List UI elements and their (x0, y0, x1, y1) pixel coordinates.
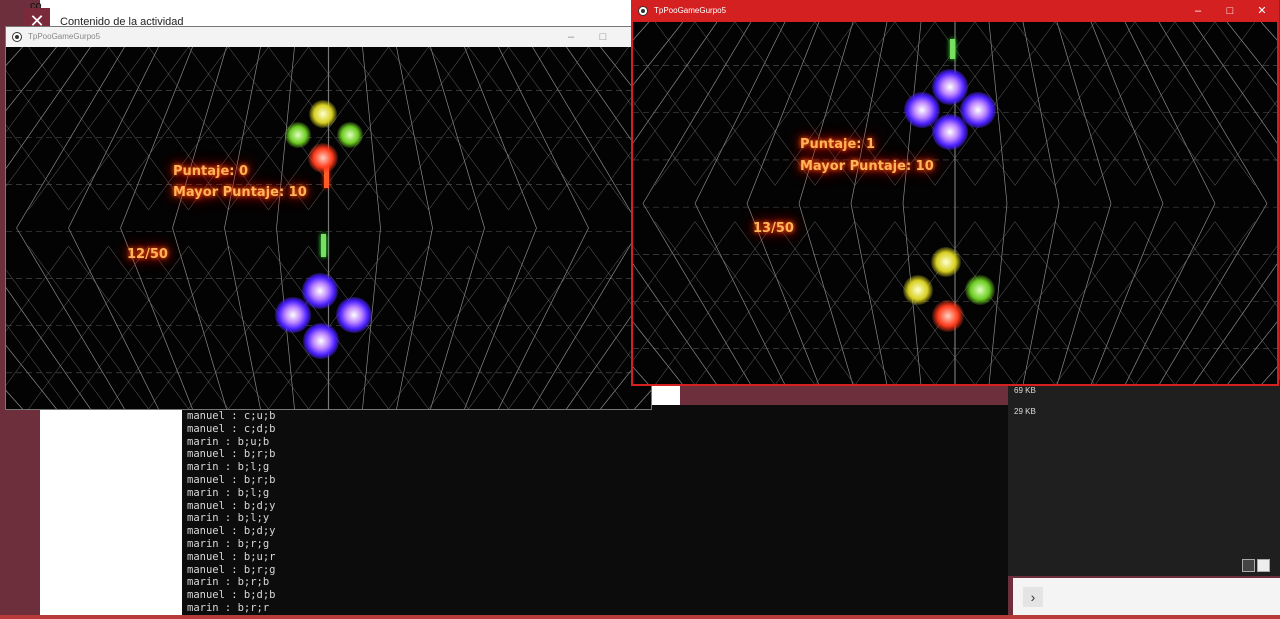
console-line: manuel : b;r;b (187, 473, 276, 486)
console-line: manuel : b;r;b (187, 448, 276, 461)
score-label: Puntaje: 0 (173, 164, 249, 179)
file-size: 69 KB (1014, 386, 1036, 395)
console-line: marin : b;l;g (187, 461, 270, 474)
console-line: marin : b;r;g (187, 537, 270, 550)
taskbar-accent (0, 615, 1280, 619)
game-viewport[interactable]: Puntaje: 0 Mayor Puntaje: 10 12/50 (6, 47, 651, 409)
console-line: marin : b;l;y (187, 512, 270, 525)
blue-orb (303, 323, 339, 359)
minimize-button[interactable]: – (1182, 1, 1214, 21)
player-timer-bar (321, 234, 326, 257)
console-line: marin : b;r;r (187, 601, 270, 614)
blue-orb (336, 297, 372, 333)
player-timer-bar (950, 39, 955, 59)
console-line: marin : b;l;g (187, 486, 270, 499)
blue-orb (932, 114, 968, 150)
list-view-button[interactable] (1242, 559, 1255, 572)
green-orb (285, 122, 311, 148)
view-toggle (1242, 559, 1270, 572)
red-orb (308, 143, 338, 173)
console-output[interactable]: manuel : c;u;b manuel : c;d;b marin : b;… (182, 405, 1008, 619)
title-bar[interactable]: TpPooGameGurpo5 – □ ✕ (632, 1, 1278, 21)
navigation-area: › (1013, 578, 1280, 615)
console-line: manuel : b;d;y (187, 525, 276, 538)
unity-icon (12, 32, 22, 42)
yellow-orb (903, 275, 933, 305)
console-line: manuel : b;d;y (187, 499, 276, 512)
green-orb (965, 275, 995, 305)
high-score-label: Mayor Puntaje: 10 (800, 159, 934, 174)
blue-orb (275, 297, 311, 333)
next-chevron-button[interactable]: › (1023, 587, 1043, 607)
game-viewport[interactable]: Puntaje: 1 Mayor Puntaje: 10 13/50 (633, 22, 1277, 384)
title-bar[interactable]: TpPooGameGurpo5 – □ ✕ (6, 27, 651, 47)
minimize-button[interactable]: – (555, 27, 587, 47)
window-title: TpPooGameGurpo5 (654, 6, 727, 15)
grid-view-button[interactable] (1257, 559, 1270, 572)
round-counter: 13/50 (753, 221, 794, 236)
file-size: 29 KB (1014, 407, 1036, 416)
unity-icon (638, 6, 648, 16)
close-button[interactable]: ✕ (1246, 1, 1278, 21)
green-orb (337, 122, 363, 148)
yellow-orb (309, 100, 337, 128)
game-window-b[interactable]: TpPooGameGurpo5 – □ ✕ Puntaje: 1 Mayor P… (631, 0, 1279, 386)
maximize-button[interactable]: □ (1214, 1, 1246, 21)
console-line: manuel : b;u;r (187, 550, 276, 563)
console-line: manuel : c;d;b (187, 422, 276, 435)
game-window-a[interactable]: TpPooGameGurpo5 – □ ✕ Puntaje: 0 Mayor P… (5, 26, 652, 410)
maximize-button[interactable]: □ (587, 27, 619, 47)
file-list-panel: 69 KB 29 KB (1008, 380, 1280, 576)
console-line: manuel : b;r;g (187, 563, 276, 576)
round-counter: 12/50 (127, 247, 168, 262)
console-lines: manuel : c;u;b manuel : c;d;b marin : b;… (187, 410, 276, 615)
red-orb (932, 300, 964, 332)
console-line: marin : b;u;b (187, 435, 270, 448)
console-line: manuel : c;u;b (187, 410, 276, 422)
high-score-label: Mayor Puntaje: 10 (173, 185, 307, 200)
console-line: manuel : b;d;b (187, 589, 276, 602)
window-title: TpPooGameGurpo5 (28, 32, 101, 41)
console-line: marin : b;r;b (187, 576, 270, 589)
yellow-orb (931, 247, 961, 277)
score-label: Puntaje: 1 (800, 137, 876, 152)
